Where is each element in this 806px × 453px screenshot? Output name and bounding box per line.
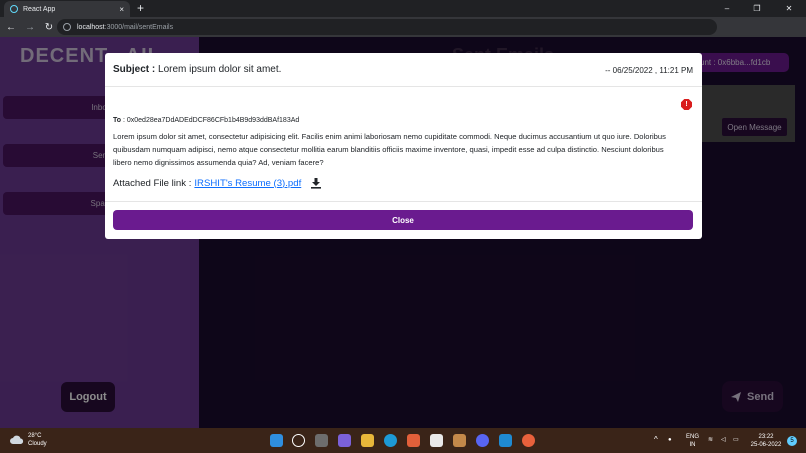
forward-icon[interactable]: →: [22, 22, 38, 33]
react-icon: [10, 5, 18, 13]
vscode-icon[interactable]: [499, 434, 512, 447]
battery-icon[interactable]: ▭: [733, 436, 739, 444]
weather-widget[interactable]: 28°C Cloudy: [10, 432, 47, 448]
chat-icon[interactable]: [338, 434, 351, 447]
cloud-icon: [10, 435, 24, 444]
weather-desc: Cloudy: [28, 441, 47, 447]
notification-badge[interactable]: 5: [787, 436, 797, 446]
subject-label: Subject :: [113, 64, 156, 75]
edge-icon[interactable]: [384, 434, 397, 447]
tab-title: React App: [23, 5, 56, 13]
back-icon[interactable]: ←: [3, 22, 19, 33]
maximize-button[interactable]: ❐: [744, 0, 770, 17]
browser-tab[interactable]: React App ×: [4, 1, 130, 17]
volume-icon[interactable]: ◁: [721, 436, 726, 444]
attachment-label: Attached File link :: [113, 177, 192, 189]
modal-header: Subject : Lorem ipsum dolor sit amet. --…: [105, 53, 702, 87]
to-label: To: [113, 117, 122, 124]
microphone-icon[interactable]: ●: [668, 436, 672, 444]
browser-toolbar: ← → ↻ localhost:3000/mail/sentEmails ⇪ ☆…: [0, 17, 806, 50]
clock[interactable]: 23:22 25-06-2022: [748, 433, 784, 449]
close-button[interactable]: Close: [113, 210, 693, 230]
download-icon[interactable]: [310, 177, 322, 189]
email-subject: Subject : Lorem ipsum dolor sit amet.: [113, 64, 281, 75]
language-indicator[interactable]: ENG IN: [686, 433, 699, 449]
office-icon[interactable]: [407, 434, 420, 447]
chrome-icon[interactable]: [522, 434, 535, 447]
close-window-button[interactable]: ✕: [776, 0, 802, 17]
start-icon[interactable]: [270, 434, 283, 447]
tab-close-icon[interactable]: ×: [119, 5, 124, 14]
search-icon[interactable]: [292, 434, 305, 447]
store-icon[interactable]: [430, 434, 443, 447]
email-datetime: -- 06/25/2022 , 11:21 PM: [605, 66, 693, 75]
modal-footer: [105, 201, 702, 202]
wifi-icon[interactable]: ≋: [708, 436, 713, 444]
attachment-row: Attached File link : IRSHIT's Resume (3)…: [113, 177, 322, 189]
tray-overflow-icon[interactable]: ^: [654, 436, 658, 444]
weather-temp: 28°C: [28, 433, 42, 439]
file-explorer-icon[interactable]: [361, 434, 374, 447]
attachment-link[interactable]: IRSHIT's Resume (3).pdf: [194, 178, 301, 189]
address-bar[interactable]: localhost:3000/mail/sentEmails: [57, 19, 717, 35]
to-address: : 0x0ed28ea7DdADEdDCF86CFb1b4B9d93ddBAf1…: [121, 117, 300, 124]
app-icon[interactable]: [453, 434, 466, 447]
url-text: localhost:3000/mail/sentEmails: [77, 23, 174, 31]
taskbar: 28°C Cloudy ^ ● ENG IN ≋ ◁ ▭ 23:22 25-06…: [0, 428, 806, 453]
alert-icon[interactable]: !: [681, 99, 692, 110]
browser-tab-bar: React App × + – ❐ ✕: [0, 0, 806, 17]
email-modal: Subject : Lorem ipsum dolor sit amet. --…: [105, 53, 702, 239]
minimize-button[interactable]: –: [714, 0, 740, 17]
reload-icon[interactable]: ↻: [41, 22, 57, 33]
email-recipient: To : 0x0ed28ea7DdADEdDCF86CFb1b4B9d93ddB…: [113, 117, 299, 124]
email-body: Lorem ipsum dolor sit amet, consectetur …: [113, 132, 666, 167]
subject-text: Lorem ipsum dolor sit amet.: [158, 64, 282, 75]
discord-icon[interactable]: [476, 434, 489, 447]
new-tab-button[interactable]: +: [137, 1, 144, 15]
site-info-icon[interactable]: [63, 23, 71, 31]
task-view-icon[interactable]: [315, 434, 328, 447]
